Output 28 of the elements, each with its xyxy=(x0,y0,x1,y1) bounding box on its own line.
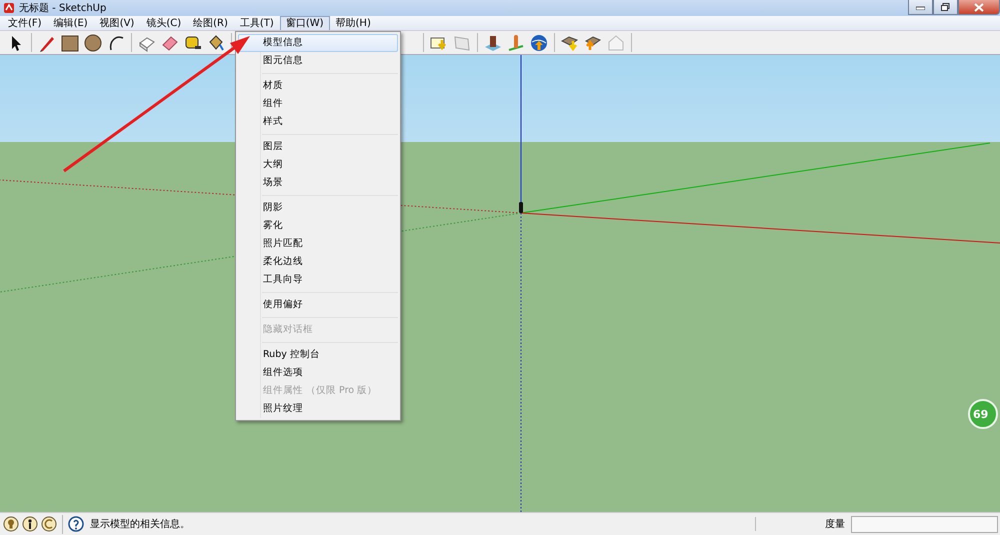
menu-item[interactable]: 工具(T) xyxy=(234,16,280,30)
menu-item[interactable]: 窗口(W) xyxy=(280,16,330,30)
menu-item[interactable]: 图层 xyxy=(238,138,398,156)
menu-item[interactable]: 阴影 xyxy=(238,199,398,217)
menu-item[interactable]: 场景 xyxy=(238,174,398,192)
menu-item[interactable]: 柔化边线 xyxy=(238,253,398,271)
menu-item[interactable]: 样式 xyxy=(238,113,398,131)
menu-item[interactable]: 材质 xyxy=(238,77,398,95)
menu-item[interactable]: 图元信息 xyxy=(238,52,398,70)
menu-item[interactable]: 模型信息 xyxy=(238,34,398,52)
menu-item[interactable]: Ruby 控制台 xyxy=(238,346,398,364)
menu-item[interactable]: 工具向导 xyxy=(238,271,398,289)
menu-item[interactable]: 帮助(H) xyxy=(330,16,377,30)
menu-item[interactable]: 组件 xyxy=(238,95,398,113)
menu-item[interactable]: 编辑(E) xyxy=(48,16,94,30)
measurements-label: 度量 xyxy=(755,517,845,531)
menu-item[interactable]: 镜头(C) xyxy=(140,16,188,30)
menu-item[interactable]: 使用偏好 xyxy=(238,296,398,314)
menu-item[interactable]: 文件(F) xyxy=(2,16,48,30)
menu-item[interactable]: 雾化 xyxy=(238,217,398,235)
status-message: 显示模型的相关信息。 xyxy=(90,518,191,531)
menu-item[interactable]: 组件选项 xyxy=(238,364,398,382)
menu-item[interactable]: 视图(V) xyxy=(94,16,140,30)
menu-item[interactable]: 照片匹配 xyxy=(238,235,398,253)
menu-item[interactable]: 绘图(R) xyxy=(187,16,234,30)
menu-item[interactable]: 照片纹理 xyxy=(238,400,398,418)
menu-item[interactable]: 大纲 xyxy=(238,156,398,174)
window-title: 无标题 - SketchUp xyxy=(19,2,108,15)
